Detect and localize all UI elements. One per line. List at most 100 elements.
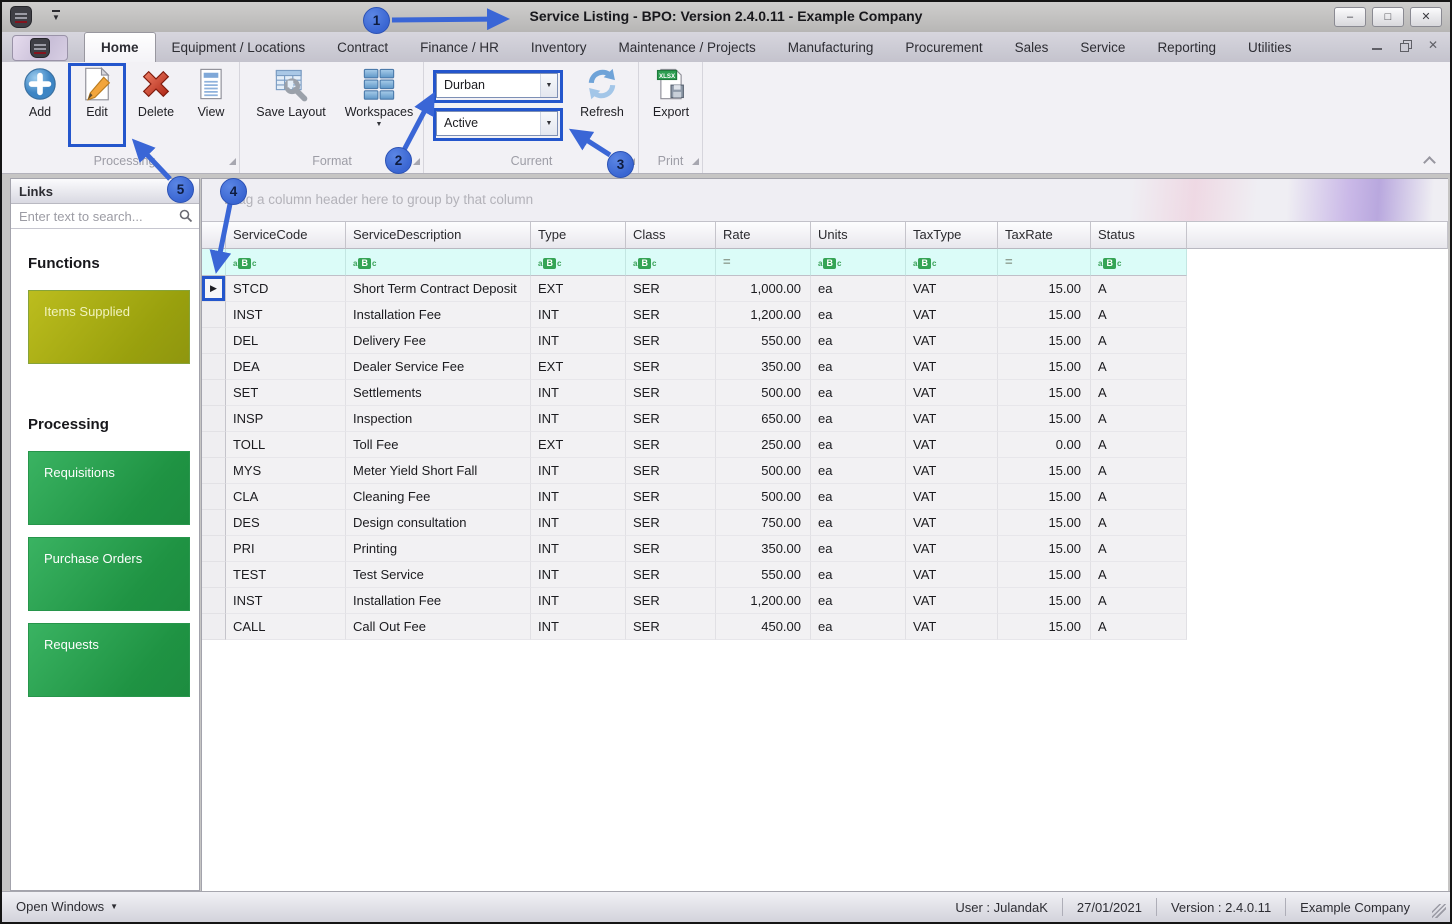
tab-inventory[interactable]: Inventory bbox=[515, 32, 603, 62]
filter-cell-type[interactable]: aBc bbox=[531, 249, 626, 276]
minimize-button[interactable]: – bbox=[1334, 7, 1366, 27]
cell-type[interactable]: INT bbox=[531, 588, 626, 614]
cell-status[interactable]: A bbox=[1091, 354, 1187, 380]
row-indicator-cell[interactable] bbox=[202, 406, 226, 432]
cell-taxrate[interactable]: 0.00 bbox=[998, 432, 1091, 458]
cell-taxtype[interactable]: VAT bbox=[906, 432, 998, 458]
filter-cell-servicedescription[interactable]: aBc bbox=[346, 249, 531, 276]
cell-rate[interactable]: 1,200.00 bbox=[716, 588, 811, 614]
cell-rate[interactable]: 450.00 bbox=[716, 614, 811, 640]
filter-cell-taxrate[interactable]: = bbox=[998, 249, 1091, 276]
cell-units[interactable]: ea bbox=[811, 276, 906, 302]
filter-cell-taxtype[interactable]: aBc bbox=[906, 249, 998, 276]
column-header-taxtype[interactable]: TaxType bbox=[906, 222, 998, 249]
cell-status[interactable]: A bbox=[1091, 302, 1187, 328]
cell-type[interactable]: EXT bbox=[531, 354, 626, 380]
cell-type[interactable]: INT bbox=[531, 328, 626, 354]
cell-units[interactable]: ea bbox=[811, 458, 906, 484]
row-indicator-cell[interactable] bbox=[202, 510, 226, 536]
cell-servicedescription[interactable]: Printing bbox=[346, 536, 531, 562]
cell-status[interactable]: A bbox=[1091, 406, 1187, 432]
cell-units[interactable]: ea bbox=[811, 432, 906, 458]
collapse-ribbon-icon[interactable] bbox=[1423, 156, 1436, 169]
cell-units[interactable]: ea bbox=[811, 614, 906, 640]
cell-servicedescription[interactable]: Settlements bbox=[346, 380, 531, 406]
table-row[interactable]: CALL Call Out Fee INT SER 450.00 ea VAT 15.00 A bbox=[202, 614, 1448, 640]
cell-taxtype[interactable]: VAT bbox=[906, 484, 998, 510]
cell-units[interactable]: ea bbox=[811, 536, 906, 562]
cell-class[interactable]: SER bbox=[626, 510, 716, 536]
cell-taxrate[interactable]: 15.00 bbox=[998, 510, 1091, 536]
tab-contract[interactable]: Contract bbox=[321, 32, 404, 62]
refresh-button[interactable]: Refresh bbox=[573, 66, 631, 119]
cell-status[interactable]: A bbox=[1091, 536, 1187, 562]
filter-cell-rate[interactable]: = bbox=[716, 249, 811, 276]
application-menu-button[interactable] bbox=[12, 35, 68, 61]
cell-taxrate[interactable]: 15.00 bbox=[998, 562, 1091, 588]
cell-rate[interactable]: 650.00 bbox=[716, 406, 811, 432]
cell-rate[interactable]: 500.00 bbox=[716, 380, 811, 406]
tab-reporting[interactable]: Reporting bbox=[1141, 32, 1232, 62]
row-indicator-cell[interactable] bbox=[202, 432, 226, 458]
column-header-servicecode[interactable]: ServiceCode bbox=[226, 222, 346, 249]
row-indicator-cell[interactable] bbox=[202, 588, 226, 614]
cell-taxtype[interactable]: VAT bbox=[906, 562, 998, 588]
cell-type[interactable]: INT bbox=[531, 536, 626, 562]
cell-taxtype[interactable]: VAT bbox=[906, 536, 998, 562]
cell-type[interactable]: INT bbox=[531, 458, 626, 484]
cell-class[interactable]: SER bbox=[626, 614, 716, 640]
cell-taxrate[interactable]: 15.00 bbox=[998, 276, 1091, 302]
cell-status[interactable]: A bbox=[1091, 458, 1187, 484]
sidebar-button-requisitions[interactable]: Requisitions bbox=[28, 451, 190, 525]
table-row[interactable]: TOLL Toll Fee EXT SER 250.00 ea VAT 0.00 A bbox=[202, 432, 1448, 458]
table-row[interactable]: CLA Cleaning Fee INT SER 500.00 ea VAT 15.00 A bbox=[202, 484, 1448, 510]
cell-type[interactable]: INT bbox=[531, 406, 626, 432]
cell-type[interactable]: INT bbox=[531, 484, 626, 510]
site-combobox[interactable]: Durban ▼ bbox=[436, 73, 558, 98]
cell-status[interactable]: A bbox=[1091, 484, 1187, 510]
cell-status[interactable]: A bbox=[1091, 588, 1187, 614]
column-header-status[interactable]: Status bbox=[1091, 222, 1187, 249]
cell-taxrate[interactable]: 15.00 bbox=[998, 380, 1091, 406]
cell-class[interactable]: SER bbox=[626, 588, 716, 614]
cell-taxtype[interactable]: VAT bbox=[906, 354, 998, 380]
cell-servicedescription[interactable]: Cleaning Fee bbox=[346, 484, 531, 510]
dialog-launcher-icon[interactable] bbox=[692, 158, 699, 165]
table-row[interactable]: ▶ STCD Short Term Contract Deposit EXT SER 1,… bbox=[202, 276, 1448, 302]
close-button[interactable]: ✕ bbox=[1410, 7, 1442, 27]
cell-taxtype[interactable]: VAT bbox=[906, 380, 998, 406]
filter-cell-servicecode[interactable]: aBc bbox=[226, 249, 346, 276]
cell-type[interactable]: INT bbox=[531, 380, 626, 406]
cell-rate[interactable]: 500.00 bbox=[716, 458, 811, 484]
cell-servicedescription[interactable]: Delivery Fee bbox=[346, 328, 531, 354]
cell-units[interactable]: ea bbox=[811, 302, 906, 328]
cell-taxtype[interactable]: VAT bbox=[906, 406, 998, 432]
table-row[interactable]: INST Installation Fee INT SER 1,200.00 ea VAT 1… bbox=[202, 588, 1448, 614]
sidebar-button-items-supplied[interactable]: Items Supplied bbox=[28, 290, 190, 364]
cell-servicedescription[interactable]: Dealer Service Fee bbox=[346, 354, 531, 380]
table-row[interactable]: DEL Delivery Fee INT SER 550.00 ea VAT 15.00 A bbox=[202, 328, 1448, 354]
tab-manufacturing[interactable]: Manufacturing bbox=[772, 32, 890, 62]
chevron-down-icon[interactable]: ▼ bbox=[540, 74, 557, 97]
cell-servicecode[interactable]: CLA bbox=[226, 484, 346, 510]
column-header-type[interactable]: Type bbox=[531, 222, 626, 249]
cell-servicecode[interactable]: DEL bbox=[226, 328, 346, 354]
table-row[interactable]: TEST Test Service INT SER 550.00 ea VAT 15.00 A bbox=[202, 562, 1448, 588]
delete-button[interactable]: Delete bbox=[130, 66, 182, 119]
cell-servicedescription[interactable]: Toll Fee bbox=[346, 432, 531, 458]
status-combobox[interactable]: Active ▼ bbox=[436, 111, 558, 136]
cell-type[interactable]: EXT bbox=[531, 276, 626, 302]
cell-type[interactable]: INT bbox=[531, 510, 626, 536]
row-indicator-cell[interactable] bbox=[202, 302, 226, 328]
cell-status[interactable]: A bbox=[1091, 276, 1187, 302]
tab-procurement[interactable]: Procurement bbox=[889, 32, 998, 62]
table-row[interactable]: INSP Inspection INT SER 650.00 ea VAT 15.00 A bbox=[202, 406, 1448, 432]
cell-servicedescription[interactable]: Meter Yield Short Fall bbox=[346, 458, 531, 484]
filter-cell-units[interactable]: aBc bbox=[811, 249, 906, 276]
cell-rate[interactable]: 750.00 bbox=[716, 510, 811, 536]
column-header-units[interactable]: Units bbox=[811, 222, 906, 249]
cell-class[interactable]: SER bbox=[626, 458, 716, 484]
column-header-rate[interactable]: Rate bbox=[716, 222, 811, 249]
cell-class[interactable]: SER bbox=[626, 354, 716, 380]
cell-servicecode[interactable]: DES bbox=[226, 510, 346, 536]
